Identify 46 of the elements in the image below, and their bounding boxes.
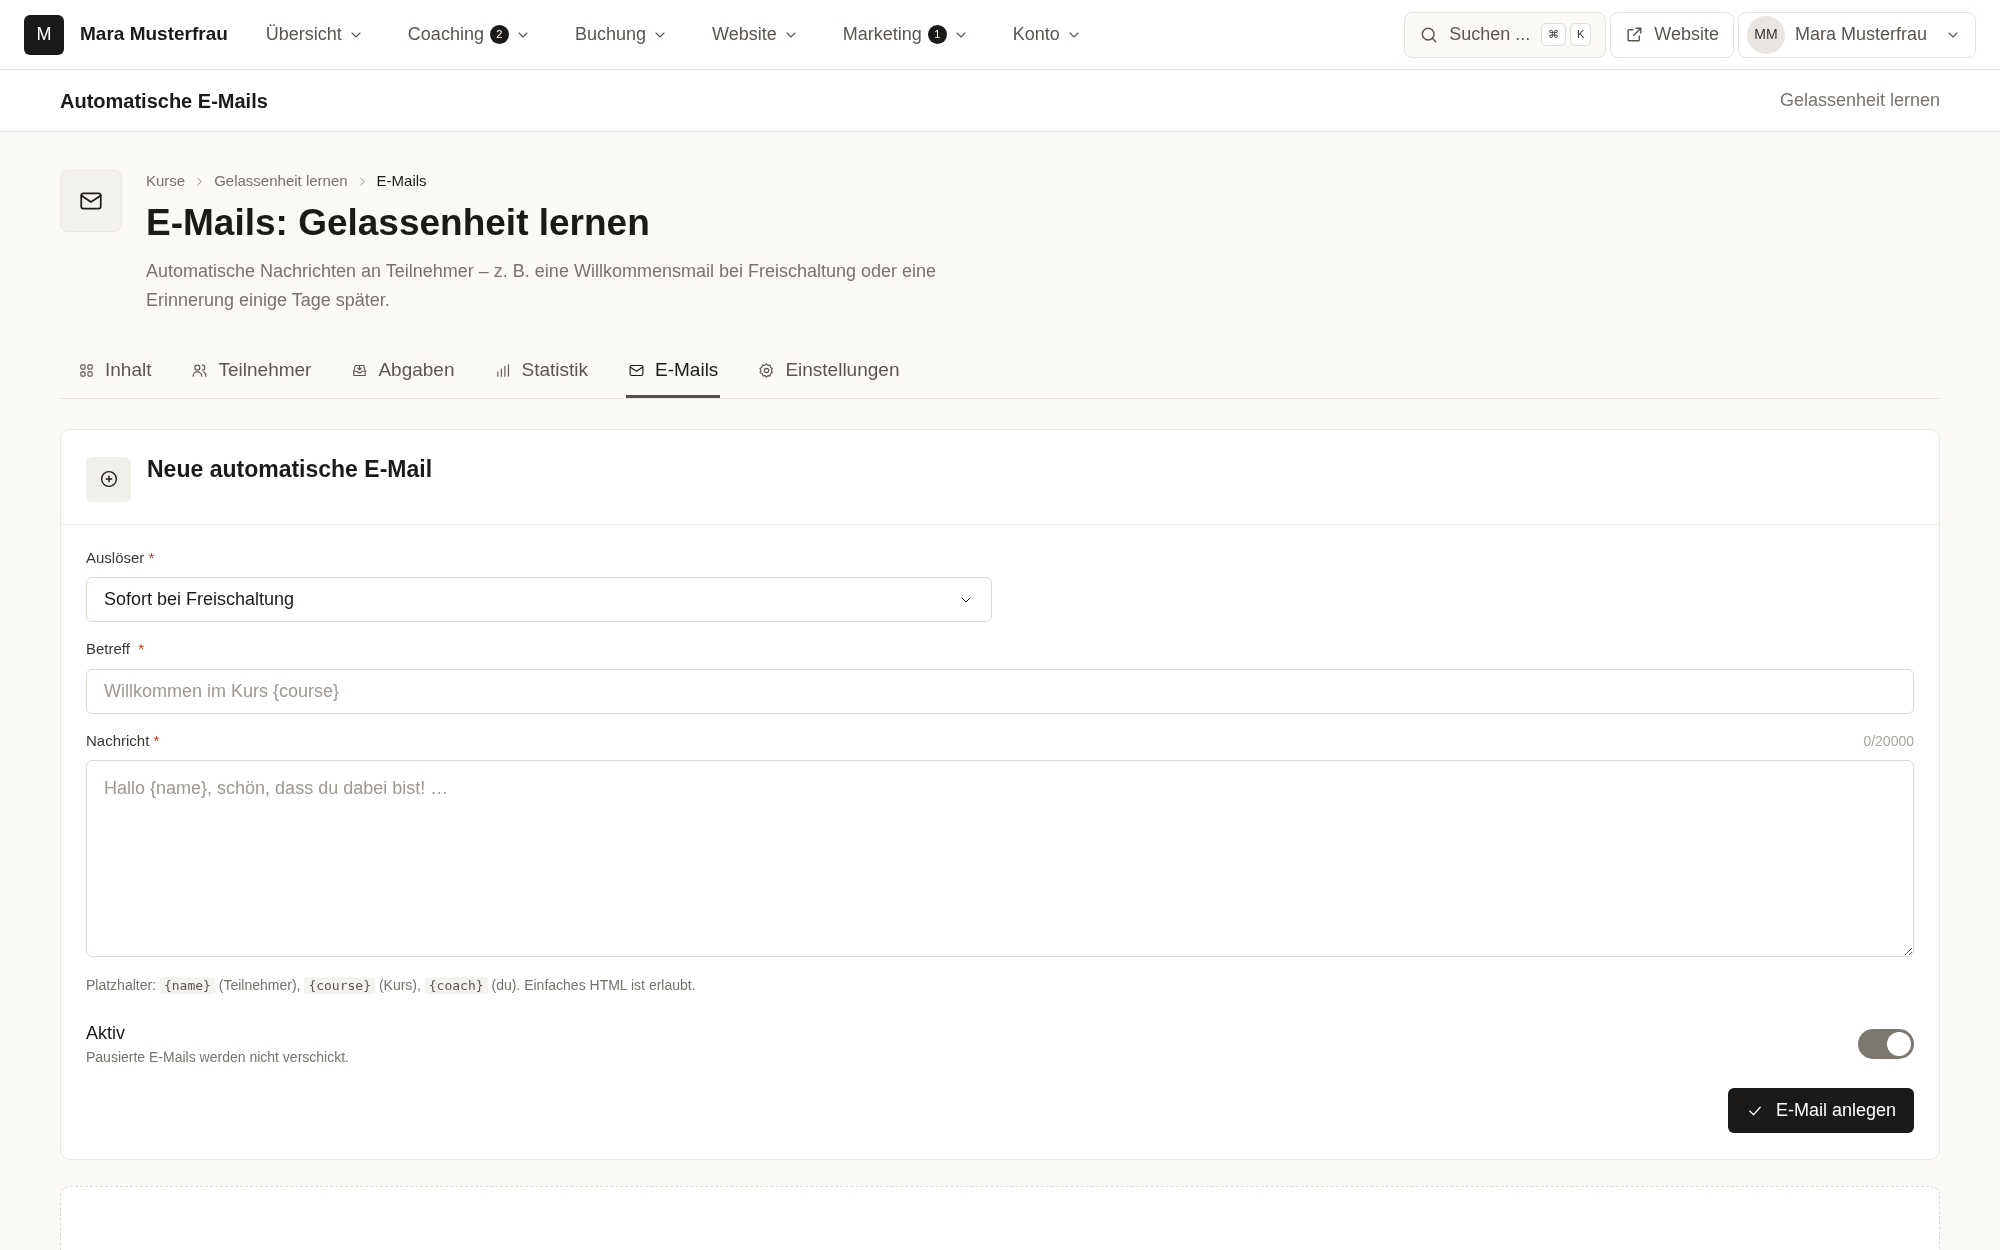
field-label: Betreff * xyxy=(86,639,145,660)
page-title: E-Mails: Gelassenheit lernen xyxy=(146,200,651,245)
nav-menu-item[interactable]: Konto xyxy=(998,13,1096,56)
nav-menu-item[interactable]: Übersicht xyxy=(251,13,378,56)
placeholder-hint: Platzhalter: {name} (Teilnehmer), {course} (Kurs), {coach} (du). Einfaches HTML ist erlaubt. xyxy=(86,976,697,997)
count-badge: 2 xyxy=(489,25,509,44)
field-label: Nachricht * xyxy=(86,731,160,751)
tab[interactable]: E-Mails xyxy=(626,350,721,398)
tab[interactable]: Inhalt xyxy=(76,350,154,398)
website-button[interactable]: Website xyxy=(1610,11,1734,58)
tab[interactable]: Einstellungen xyxy=(756,350,902,398)
section-title: Automatische E-Mails xyxy=(60,88,268,114)
message-textarea[interactable]: Hallo {name}, schön, dass du dabei bist! … xyxy=(86,760,1914,958)
create-email-button[interactable]: E-Mail anlegen xyxy=(1727,1088,1914,1134)
subject-input[interactable]: Willkommen im Kurs {course} xyxy=(86,669,1914,714)
avatar: MM xyxy=(1746,15,1785,54)
tab[interactable]: Teilnehmer xyxy=(189,350,314,398)
active-label: Aktiv xyxy=(86,1022,126,1046)
people-icon xyxy=(191,362,209,380)
course-name: Gelassenheit lernen xyxy=(1779,89,1940,112)
page-description: Automatische Nachrichten an Teilnehmer – z. B. eine Willkommensmail bei Freischaltung oder eine Erinnerung einige Tage später. xyxy=(146,259,938,312)
search-button[interactable]: Suchen ... ⌘ K xyxy=(1404,11,1607,58)
active-description: Pausierte E-Mails werden nicht verschickt. xyxy=(86,1048,349,1068)
nav-menu-item[interactable]: Coaching 2 xyxy=(393,13,545,56)
count-badge: 1 xyxy=(927,25,947,44)
keyboard-key: ⌘ xyxy=(1540,23,1566,46)
grid-icon xyxy=(78,362,95,380)
form-title: Neue automatische E-Mail xyxy=(147,455,433,484)
breadcrumb-link[interactable]: Kurse xyxy=(146,170,186,193)
external-link-icon xyxy=(1625,25,1645,44)
gear-icon xyxy=(758,362,776,380)
nav-menu-item[interactable]: Marketing 1 xyxy=(828,13,983,56)
nav-menu-item[interactable]: Buchung xyxy=(560,13,682,56)
field-label: Auslöser * xyxy=(86,548,155,568)
tab[interactable]: Statistik xyxy=(492,350,591,398)
character-counter: 0/20000 xyxy=(1863,732,1914,752)
bar-chart-icon xyxy=(494,362,512,380)
brand-name[interactable]: Mara Musterfrau xyxy=(80,20,228,49)
keyboard-key: K xyxy=(1569,23,1592,46)
breadcrumb-link[interactable]: Gelassenheit lernen xyxy=(214,170,348,193)
tab[interactable]: Abgaben xyxy=(349,350,457,398)
trigger-select[interactable]: Sofort bei Freischaltung xyxy=(86,577,992,623)
active-toggle[interactable] xyxy=(1858,1029,1914,1060)
user-menu-button[interactable]: MM Mara Musterfrau xyxy=(1737,11,1976,58)
nav-menu-item[interactable]: Website xyxy=(698,13,813,56)
brand-logo[interactable]: M xyxy=(24,14,64,55)
